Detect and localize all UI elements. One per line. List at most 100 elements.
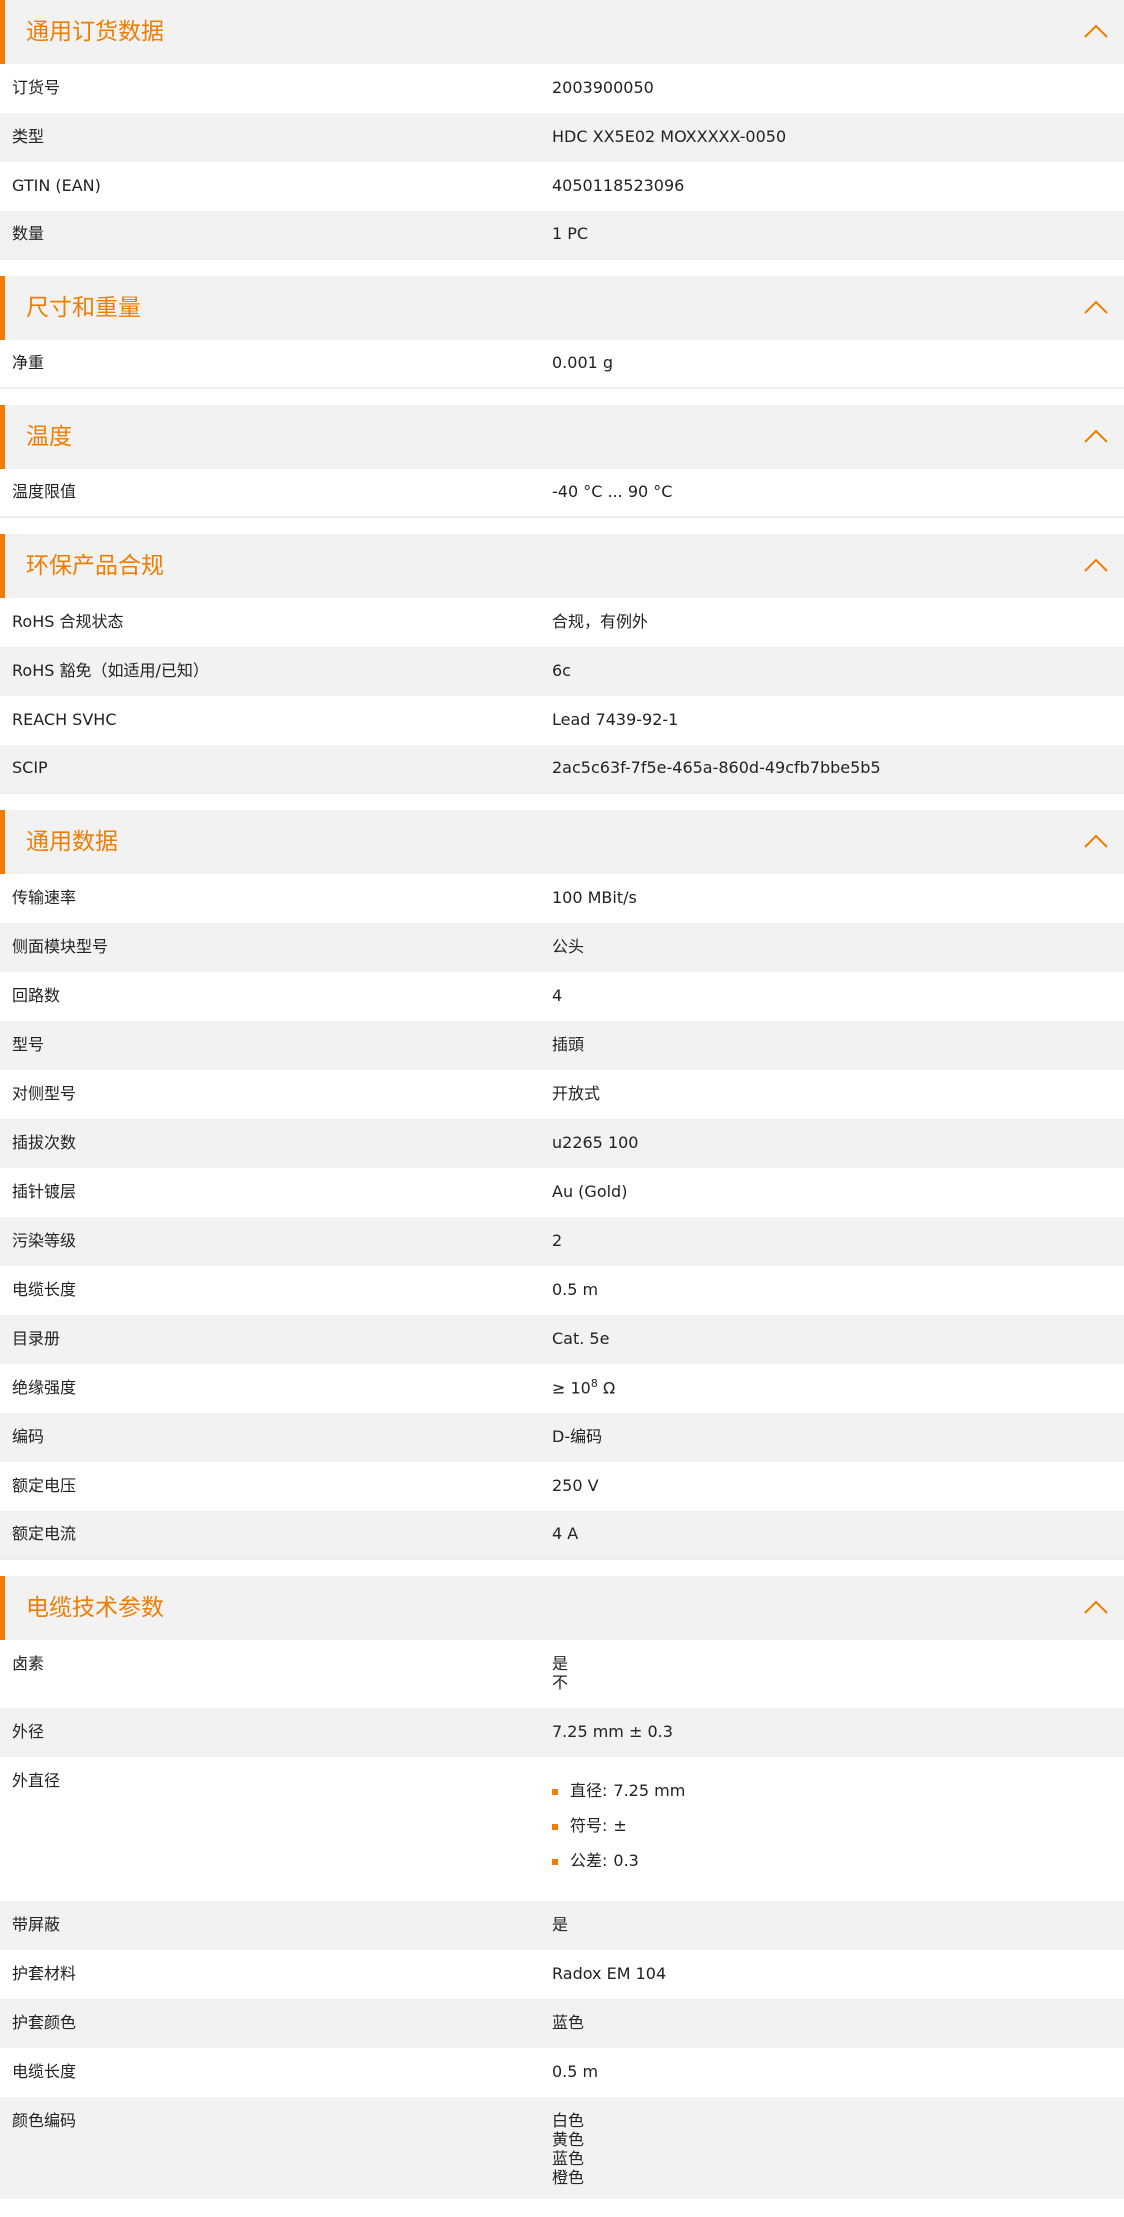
section-header-dimensions[interactable]: 尺寸和重量 [0, 276, 1124, 340]
row-value: 250 V [552, 1476, 599, 1496]
section-header-environment[interactable]: 环保产品合规 [0, 534, 1124, 598]
row-label: 额定电流 [12, 1524, 77, 1544]
row-label: 卤素 [12, 1654, 45, 1673]
section-general-order: 通用订货数据 订货号 2003900050 类型 HDC XX5E02 MOXX… [0, 0, 1124, 260]
section-cable: 电缆技术参数 卤素 是 不 外径 7.25 mm ± 0.3 外直径 直径: 7.… [0, 1576, 1124, 2199]
item-key: 直径: [570, 1781, 608, 1801]
value-line: 蓝色 [552, 2149, 585, 2168]
row-value: D-编码 [552, 1427, 603, 1447]
row-label: 护套颜色 [12, 2013, 77, 2033]
section-header-general-order[interactable]: 通用订货数据 [0, 0, 1124, 64]
row-value: Radox EM 104 [552, 1964, 667, 1984]
row-label: 绝缘强度 [12, 1378, 77, 1398]
section-environment: 环保产品合规 RoHS 合规状态 合规，有例外 RoHS 豁免（如适用/已知） … [0, 534, 1124, 794]
row-label: 电缆长度 [12, 1280, 77, 1300]
table-row: 传输速率 100 MBit/s [0, 874, 1124, 923]
row-value-list: 白色 黄色 蓝色 橙色 [552, 2111, 1112, 2187]
table-row: 带屏蔽 是 [0, 1901, 1124, 1950]
value-line: 不 [552, 1673, 569, 1692]
row-value: u2265 100 [552, 1133, 639, 1153]
item-value: 0.3 [613, 1851, 639, 1871]
row-label: 类型 [12, 127, 45, 147]
chevron-up-icon[interactable] [1082, 552, 1110, 580]
row-value: 插頭 [552, 1035, 585, 1055]
row-value: 0.5 m [552, 1280, 599, 1300]
value-line: 白色 [552, 2111, 585, 2130]
row-label: 数量 [12, 224, 45, 244]
table-row: 护套颜色 蓝色 [0, 1999, 1124, 2048]
row-value: 0.5 m [552, 2062, 599, 2082]
item-key: 公差: [570, 1851, 608, 1871]
table-row: 颜色编码 白色 黄色 蓝色 橙色 [0, 2097, 1124, 2199]
row-label: SCIP [12, 758, 48, 778]
section-header-cable[interactable]: 电缆技术参数 [0, 1576, 1124, 1640]
value-line: 橙色 [552, 2168, 585, 2187]
table-row: 额定电流 4 A [0, 1511, 1124, 1560]
table-row: 温度限值 -40 °C ... 90 °C [0, 469, 1124, 518]
row-value: 2ac5c63f-7f5e-465a-860d-49cfb7bbe5b5 [552, 758, 881, 778]
list-item: 公差: 0.3 [552, 1841, 1112, 1882]
row-value: 合规，有例外 [552, 612, 649, 632]
chevron-up-icon[interactable] [1082, 828, 1110, 856]
row-label: 回路数 [12, 986, 61, 1006]
table-row: 编码 D-编码 [0, 1413, 1124, 1462]
section-title: 通用订货数据 [26, 18, 164, 45]
item-value: ± [613, 1816, 627, 1836]
chevron-up-icon[interactable] [1082, 423, 1110, 451]
row-label: 温度限值 [12, 482, 77, 502]
chevron-up-icon[interactable] [1082, 294, 1110, 322]
row-label: 净重 [12, 353, 45, 373]
row-value: 0.001 g [552, 353, 614, 373]
section-header-general-data[interactable]: 通用数据 [0, 810, 1124, 874]
table-row: GTIN (EAN) 4050118523096 [0, 162, 1124, 211]
table-row: 电缆长度 0.5 m [0, 1266, 1124, 1315]
row-label: 外径 [12, 1722, 45, 1742]
item-key: 符号: [570, 1816, 608, 1836]
row-label: RoHS 豁免（如适用/已知） [12, 661, 209, 681]
table-row: 对侧型号 开放式 [0, 1070, 1124, 1119]
row-value: 4 [552, 986, 563, 1006]
row-value: 6c [552, 661, 571, 681]
section-header-temperature[interactable]: 温度 [0, 405, 1124, 469]
section-title: 通用数据 [26, 828, 118, 855]
value-line: 黄色 [552, 2130, 585, 2149]
table-row: 外径 7.25 mm ± 0.3 [0, 1708, 1124, 1757]
row-label: 带屏蔽 [12, 1915, 61, 1935]
row-value: Cat. 5e [552, 1329, 610, 1349]
value-exponent: 8 [590, 1377, 598, 1391]
row-value: 7.25 mm ± 0.3 [552, 1722, 673, 1742]
table-row: 数量 1 PC [0, 211, 1124, 260]
table-row: RoHS 合规状态 合规，有例外 [0, 598, 1124, 647]
row-label: 护套材料 [12, 1964, 77, 1984]
table-row: RoHS 豁免（如适用/已知） 6c [0, 647, 1124, 696]
table-row: 电缆长度 0.5 m [0, 2048, 1124, 2097]
value-line: 是 [552, 1654, 569, 1673]
row-value: 1 PC [552, 224, 589, 244]
table-row: 目录册 Cat. 5e [0, 1315, 1124, 1364]
section-title: 电缆技术参数 [26, 1594, 164, 1621]
section-general-data: 通用数据 传输速率 100 MBit/s 侧面模块型号 公头 回路数 4 型号 … [0, 810, 1124, 1560]
row-label: 插拔次数 [12, 1133, 77, 1153]
row-label: 型号 [12, 1035, 45, 1055]
row-value: 100 MBit/s [552, 888, 637, 908]
row-label: 污染等级 [12, 1231, 77, 1251]
bullet-icon [552, 1858, 558, 1865]
table-row: 回路数 4 [0, 972, 1124, 1021]
row-value: HDC XX5E02 MOXXXXX-0050 [552, 127, 787, 147]
table-row: 额定电压 250 V [0, 1462, 1124, 1511]
row-label: GTIN (EAN) [12, 176, 101, 196]
table-row: 插拔次数 u2265 100 [0, 1119, 1124, 1168]
section-title: 尺寸和重量 [26, 294, 141, 321]
chevron-up-icon[interactable] [1082, 1594, 1110, 1622]
section-title: 环保产品合规 [26, 552, 164, 579]
row-value-list: 是 不 [552, 1654, 1112, 1692]
row-value: 2003900050 [552, 78, 654, 98]
item-value: 7.25 mm [613, 1781, 686, 1801]
row-value: Au (Gold) [552, 1182, 628, 1202]
table-row: 型号 插頭 [0, 1021, 1124, 1070]
row-value-insulation: ≥ 108 Ω [552, 1377, 1112, 1399]
chevron-up-icon[interactable] [1082, 18, 1110, 46]
row-value: 开放式 [552, 1084, 601, 1104]
row-label: 订货号 [12, 78, 61, 98]
table-row: 污染等级 2 [0, 1217, 1124, 1266]
